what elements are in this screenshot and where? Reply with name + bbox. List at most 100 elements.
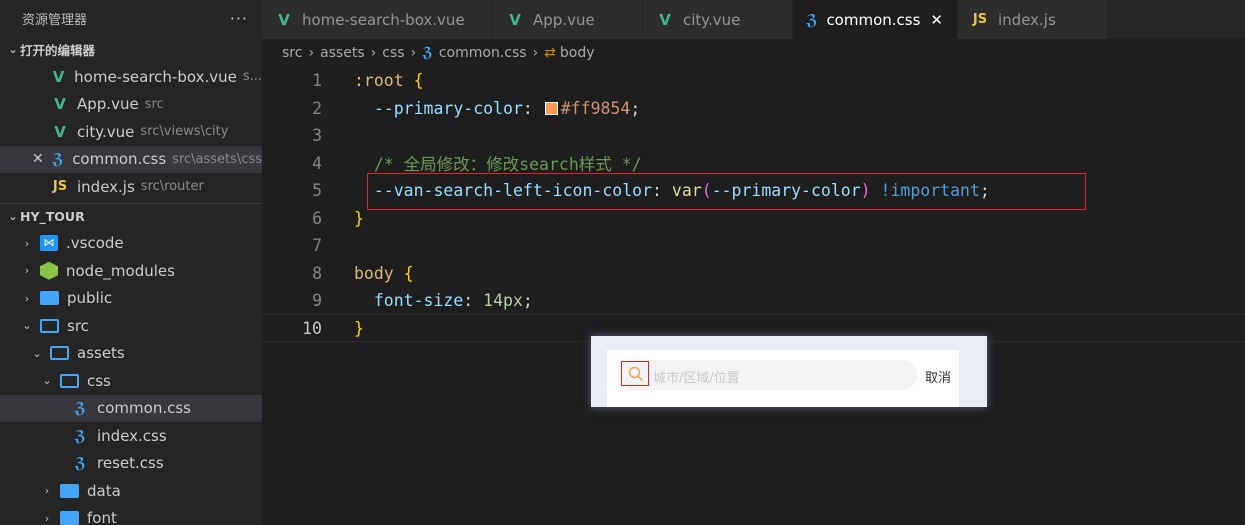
tab-index-js[interactable]: JS index.js — [958, 0, 1108, 39]
open-editor-name: App.vue — [77, 95, 139, 114]
breadcrumb-item[interactable]: css — [382, 45, 404, 61]
breadcrumb-item[interactable]: body — [560, 45, 595, 61]
tab-common-css[interactable]: ℨ common.css ✕ — [793, 0, 958, 39]
tab-app[interactable]: V App.vue — [493, 0, 643, 39]
open-editor-path: src\assets\css — [172, 151, 262, 167]
tab-label: home-search-box.vue — [302, 10, 465, 29]
breadcrumb-item[interactable]: common.css — [439, 45, 527, 61]
vue-icon: V — [54, 95, 66, 114]
search-bar-container: 城市/区域/位置 取消 — [607, 350, 959, 407]
css-icon: ℨ — [805, 10, 818, 29]
code-punctuation: ; — [522, 291, 533, 311]
explorer-sidebar: 资源管理器 ··· ⌄ 打开的编辑器 V home-search-box.vue… — [0, 0, 262, 525]
open-editor-item-active[interactable]: ✕ ℨ common.css src\assets\css — [0, 145, 262, 173]
tree-item-label: css — [87, 371, 111, 390]
tab-label: common.css — [826, 10, 921, 29]
line-number: 8 — [312, 263, 322, 283]
tab-home-search-box[interactable]: V home-search-box.vue — [262, 0, 493, 39]
folder-icon — [40, 291, 59, 306]
code-selector: body — [354, 263, 394, 283]
symbol-icon: ⇄ — [544, 45, 556, 61]
code-editor[interactable]: 1 :root { 2 --primary-color: #ff9854; 3 … — [262, 67, 1245, 525]
open-editor-path: src\router — [140, 179, 204, 195]
chevron-right-icon: › — [370, 45, 377, 61]
line-number: 7 — [312, 236, 322, 256]
folder-icon — [60, 511, 79, 525]
open-editor-path: src\views\city — [140, 124, 229, 140]
search-preview-overlay: 城市/区域/位置 取消 — [591, 336, 987, 407]
js-icon: JS — [972, 12, 988, 27]
css-icon: ℨ — [422, 45, 433, 61]
chevron-right-icon: › — [44, 511, 50, 525]
tree-item-label: public — [67, 289, 113, 308]
line-number: 4 — [312, 153, 322, 173]
line-number: 10 — [302, 318, 322, 338]
open-editor-item[interactable]: V home-search-box.vue s... — [0, 63, 262, 91]
chevron-down-icon: ⌄ — [42, 374, 52, 388]
close-icon[interactable]: ✕ — [32, 151, 44, 167]
open-editors-section[interactable]: ⌄ 打开的编辑器 — [0, 36, 262, 63]
tree-item-node-modules[interactable]: › node_modules — [0, 257, 262, 285]
breadcrumb-item[interactable]: assets — [320, 45, 365, 61]
node-folder-icon — [40, 261, 58, 280]
css-icon: ℨ — [74, 399, 86, 418]
tab-city[interactable]: V city.vue — [643, 0, 793, 39]
open-editor-item[interactable]: V App.vue src — [0, 91, 262, 119]
tab-label: index.js — [998, 10, 1056, 29]
tree-item-src[interactable]: ⌄ src — [0, 312, 262, 340]
chevron-right-icon: › — [532, 45, 539, 61]
explorer-header: 资源管理器 ··· — [0, 0, 262, 36]
breadcrumb: src › assets › css › ℨ common.css › ⇄ bo… — [262, 39, 1245, 67]
tree-item-label: .vscode — [66, 234, 124, 253]
tree-item-css[interactable]: ⌄ css — [0, 367, 262, 395]
vscode-folder-icon: ⋈ — [40, 235, 58, 252]
chevron-down-icon: ⌄ — [8, 210, 18, 223]
open-editor-item[interactable]: JS index.js src\router — [0, 173, 262, 201]
tree-item-index-css[interactable]: ℨ index.css — [0, 422, 262, 450]
code-punctuation: ; — [630, 98, 641, 118]
code-property: --primary-color — [373, 98, 523, 118]
editor-tabbar: V home-search-box.vue V App.vue V city.v… — [262, 0, 1245, 39]
search-icon — [621, 361, 649, 386]
code-line: 9 font-size: 14px; — [262, 287, 1245, 315]
breadcrumb-item[interactable]: src — [282, 45, 302, 61]
open-editor-item[interactable]: V city.vue src\views\city — [0, 118, 262, 146]
open-editor-name: common.css — [72, 150, 167, 169]
chevron-down-icon: ⌄ — [32, 346, 42, 360]
open-editors-title: 打开的编辑器 — [20, 43, 96, 58]
open-editor-name: city.vue — [77, 122, 135, 141]
chevron-right-icon: › — [308, 45, 315, 61]
line-number: 1 — [312, 71, 322, 91]
tree-item-assets[interactable]: ⌄ assets — [0, 340, 262, 368]
tree-item-label: index.css — [97, 426, 167, 445]
folder-open-icon — [40, 318, 59, 333]
tree-item-font[interactable]: › font — [0, 505, 262, 525]
code-value: 14px — [483, 291, 523, 311]
vue-icon: V — [659, 10, 671, 29]
project-section[interactable]: ⌄ HY_TOUR — [0, 202, 262, 230]
folder-open-icon — [60, 373, 79, 388]
code-line: 7 — [262, 232, 1245, 260]
code-brace: { — [403, 263, 414, 283]
vue-icon: V — [54, 122, 66, 141]
css-icon: ℨ — [74, 454, 86, 473]
code-line: 3 — [262, 122, 1245, 150]
folder-icon — [60, 483, 79, 498]
chevron-right-icon: › — [24, 236, 30, 250]
open-editor-path: src — [144, 96, 164, 112]
tree-item-label: assets — [77, 344, 125, 363]
tree-item-common-css[interactable]: ℨ common.css — [0, 394, 262, 422]
tree-item-vscode[interactable]: › ⋈ .vscode — [0, 230, 262, 258]
code-value: #ff9854 — [560, 98, 631, 118]
search-placeholder: 城市/区域/位置 — [653, 371, 740, 386]
color-swatch[interactable] — [544, 101, 558, 115]
tree-item-public[interactable]: › public — [0, 285, 262, 313]
close-icon[interactable]: ✕ — [930, 11, 943, 29]
vue-icon: V — [278, 10, 290, 29]
tree-item-data[interactable]: › data — [0, 477, 262, 505]
cancel-button[interactable]: 取消 — [925, 367, 951, 386]
line-number: 2 — [312, 98, 322, 118]
chevron-right-icon: › — [24, 291, 30, 305]
more-actions-icon[interactable]: ··· — [230, 9, 248, 28]
tree-item-reset-css[interactable]: ℨ reset.css — [0, 450, 262, 478]
